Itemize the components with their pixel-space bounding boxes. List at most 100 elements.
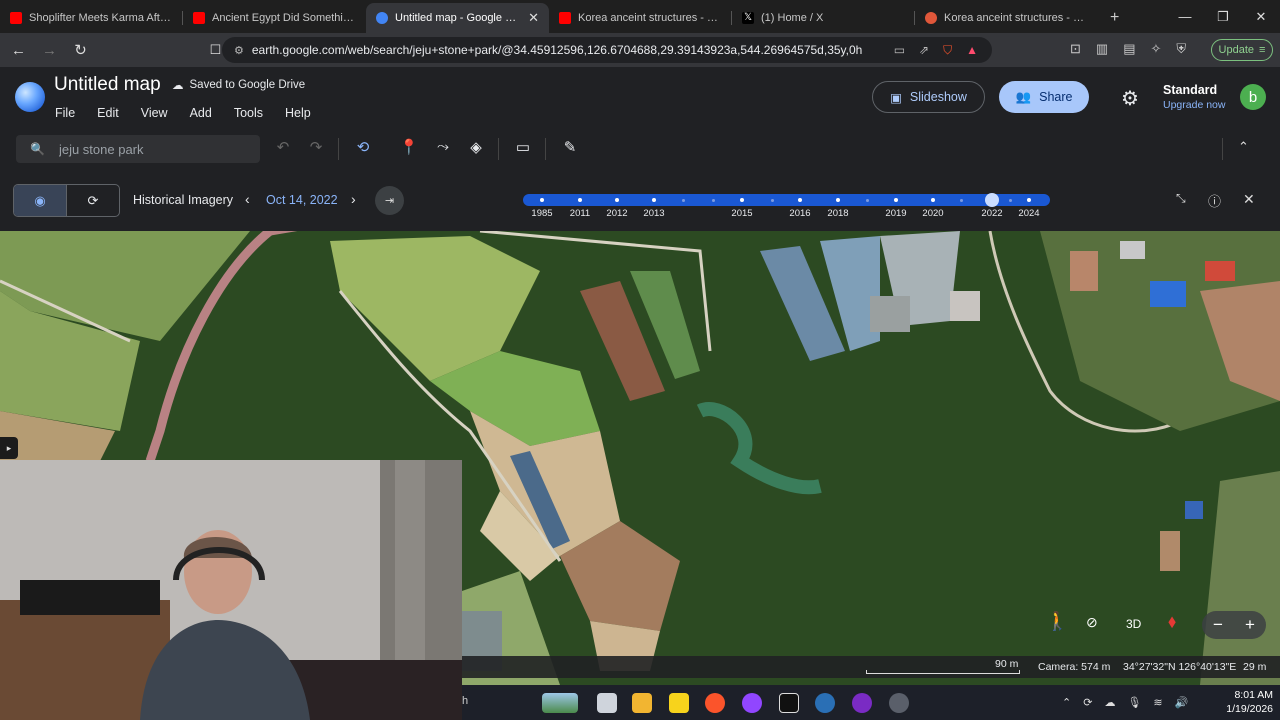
menu-add[interactable]: Add <box>190 106 212 120</box>
zoom-out-icon[interactable]: − <box>1202 611 1234 639</box>
browser-tab-6[interactable]: Korea anceint structures - Brave <box>915 3 1098 33</box>
timeline-dot[interactable] <box>836 198 840 202</box>
zoom-in-icon[interactable]: + <box>1234 611 1266 639</box>
brave-rewards-icon[interactable]: ▲ <box>966 43 978 58</box>
previous-date-icon[interactable]: ‹ <box>245 191 250 207</box>
browser-tab-5[interactable]: 𝕏 (1) Home / X <box>732 3 915 33</box>
jump-to-latest-icon[interactable]: ⇥ <box>375 186 404 215</box>
timeline-year-label[interactable]: 2019 <box>885 208 906 219</box>
timeline-year-label[interactable]: 2016 <box>789 208 810 219</box>
imagery-timeline[interactable] <box>523 193 1050 207</box>
cloud-icon[interactable]: ☁ <box>1104 696 1115 709</box>
timeline-year-label[interactable]: 2022 <box>981 208 1002 219</box>
menu-view[interactable]: View <box>141 106 168 120</box>
timeline-selected-knob[interactable] <box>985 193 999 207</box>
chevron-up-icon[interactable]: ⌃ <box>1062 696 1071 709</box>
sidebar-icon[interactable]: ▥ <box>1096 41 1108 57</box>
timeline-dot[interactable] <box>540 198 544 202</box>
historical-mode-icon[interactable]: ◉ <box>14 185 67 216</box>
new-tab-button[interactable]: + <box>1098 3 1131 33</box>
current-mode-icon[interactable]: ⟳ <box>67 185 119 216</box>
share-button[interactable]: 👥 Share <box>999 81 1089 113</box>
task-view-icon[interactable] <box>597 693 617 713</box>
browser-tab-2[interactable]: Ancient Egypt Did Something W <box>183 3 366 33</box>
browser-tab-4[interactable]: Korea anceint structures - YouTu <box>549 3 732 33</box>
next-date-icon[interactable]: › <box>351 191 356 207</box>
search-input[interactable] <box>58 141 249 157</box>
settings-gear-icon[interactable]: ⚙ <box>1121 86 1139 111</box>
account-avatar[interactable]: b <box>1240 84 1266 110</box>
timeline-dot[interactable] <box>615 198 619 202</box>
menu-help[interactable]: Help <box>285 106 311 120</box>
site-info-icon[interactable]: ⚙ <box>234 44 244 57</box>
measure-icon[interactable]: ▭ <box>512 138 534 156</box>
undo-icon[interactable]: ↶ <box>272 138 294 156</box>
timeline-dot[interactable] <box>1009 198 1012 202</box>
minimize-icon[interactable]: — <box>1166 9 1204 24</box>
reset-tilt-icon[interactable]: ⊘ <box>1086 614 1098 631</box>
timeline-year-label[interactable]: 2024 <box>1018 208 1039 219</box>
timeline-dot[interactable] <box>712 198 715 202</box>
timeline-dot[interactable] <box>682 198 685 202</box>
layers-icon[interactable]: ◈ <box>465 138 487 156</box>
sync-icon[interactable]: ⟳ <box>1083 696 1092 709</box>
twitch-icon[interactable] <box>742 693 762 713</box>
timeline-dot[interactable] <box>740 198 744 202</box>
close-tab-icon[interactable]: ✕ <box>528 10 539 26</box>
timeline-year-label[interactable]: 2013 <box>643 208 664 219</box>
draw-path-icon[interactable]: ⤳ <box>432 138 454 155</box>
toggle-3d-button[interactable]: 3D <box>1126 617 1141 631</box>
steam-icon[interactable] <box>815 693 835 713</box>
menu-file[interactable]: File <box>55 106 75 120</box>
map-title[interactable]: Untitled map <box>54 74 161 96</box>
google-earth-logo[interactable] <box>15 82 45 112</box>
url-text[interactable]: earth.google.com/web/search/jeju+stone+p… <box>252 43 862 57</box>
install-app-icon[interactable]: ▭ <box>894 43 905 58</box>
timeline-dot[interactable] <box>771 198 774 202</box>
menu-edit[interactable]: Edit <box>97 106 119 120</box>
timeline-dot[interactable] <box>578 198 582 202</box>
reload-icon[interactable]: ↻ <box>68 41 93 59</box>
timeline-dot[interactable] <box>931 198 935 202</box>
obs-icon[interactable] <box>852 693 872 713</box>
restore-icon[interactable]: ❐ <box>1204 9 1242 25</box>
wallet-icon[interactable]: ▤ <box>1123 41 1135 57</box>
timeline-year-label[interactable]: 1985 <box>531 208 552 219</box>
timeline-dot[interactable] <box>894 198 898 202</box>
taskbar-search-text[interactable]: h <box>462 695 468 707</box>
file-explorer-icon[interactable] <box>632 693 652 713</box>
discord-icon[interactable] <box>889 693 909 713</box>
sticky-notes-icon[interactable] <box>669 693 689 713</box>
timeline-year-label[interactable]: 2015 <box>731 208 752 219</box>
timeline-dot[interactable] <box>866 198 869 202</box>
timeline-year-label[interactable]: 2012 <box>606 208 627 219</box>
upgrade-link[interactable]: Upgrade now <box>1163 99 1225 111</box>
design-tools-icon[interactable]: ✎ <box>559 138 581 156</box>
volume-icon[interactable]: 🔊 <box>1175 696 1189 709</box>
search-box[interactable]: 🔍 <box>16 135 260 163</box>
timeline-dot[interactable] <box>1027 198 1031 202</box>
timeline-dot[interactable] <box>652 198 656 202</box>
historical-imagery-icon[interactable]: ⟲ <box>352 138 374 156</box>
timeline-year-label[interactable]: 2018 <box>827 208 848 219</box>
browser-tab-3-active[interactable]: Untitled map - Google Earth ✕ <box>366 3 549 33</box>
forward-icon[interactable]: → <box>37 42 62 59</box>
add-placemark-icon[interactable]: 📍 <box>398 138 420 156</box>
menu-tools[interactable]: Tools <box>234 106 263 120</box>
browser-tab-1[interactable]: Shoplifter Meets Karma After Pu <box>0 3 183 33</box>
redo-icon[interactable]: ↷ <box>305 138 327 156</box>
help-icon[interactable]: ⓘ <box>1208 191 1221 210</box>
slideshow-button[interactable]: ▣ Slideshow <box>872 81 985 113</box>
chevron-up-icon[interactable]: ⌃ <box>1238 139 1249 155</box>
timeline-year-label[interactable]: 2020 <box>922 208 943 219</box>
close-window-icon[interactable]: ✕ <box>1242 9 1280 25</box>
brave-browser-icon[interactable] <box>705 693 725 713</box>
wifi-icon[interactable]: ≋ <box>1153 696 1162 709</box>
brave-shields-icon[interactable]: ⛉ <box>943 43 952 58</box>
screenshot-icon[interactable]: ⊡ <box>1070 41 1081 57</box>
compass-icon[interactable]: ⬧ <box>1168 611 1176 632</box>
close-history-icon[interactable]: ✕ <box>1243 191 1255 208</box>
back-icon[interactable]: ← <box>6 42 31 59</box>
side-panel-toggle-icon[interactable]: ▸ <box>0 437 18 459</box>
street-view-pegman-icon[interactable]: 🚶 <box>1046 611 1068 632</box>
